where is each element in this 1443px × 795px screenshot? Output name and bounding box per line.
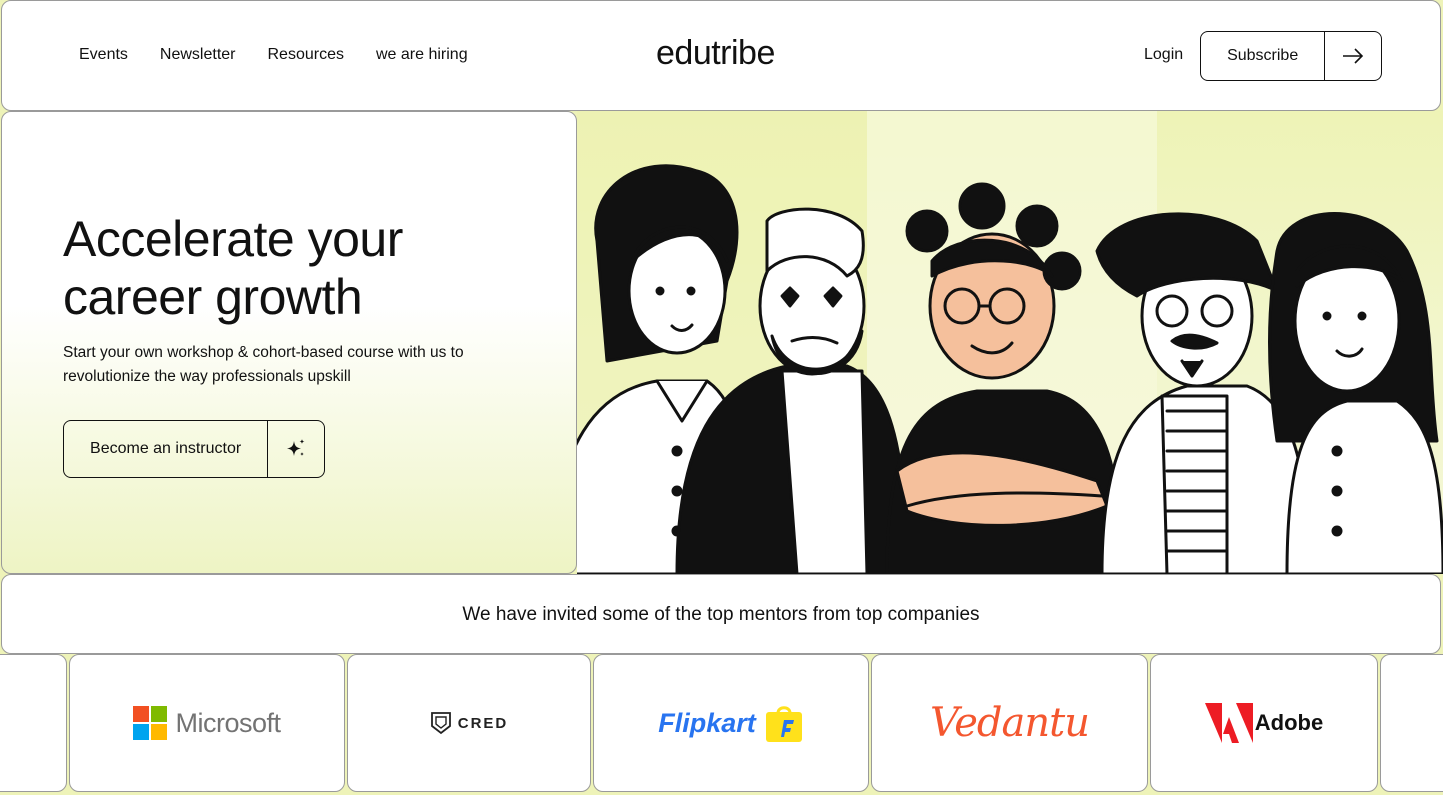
site-logo[interactable]: edutribe — [656, 34, 775, 73]
subscribe-button[interactable]: Subscribe — [1200, 31, 1382, 81]
logo-card-flipkart[interactable]: Flipkart — [593, 654, 869, 792]
hero-title-line1: Accelerate your — [63, 211, 403, 267]
hero-subtitle: Start your own workshop & cohort-based c… — [63, 341, 523, 389]
adobe-name: Adobe — [1254, 710, 1324, 735]
become-instructor-label: Become an instructor — [90, 440, 242, 457]
hero-panel: Accelerate your career growth Start your… — [1, 111, 577, 574]
flipkart-bag-icon — [765, 706, 802, 742]
logo-card-adobe[interactable]: Adobe — [1150, 654, 1378, 792]
microsoft-logo-icon — [133, 706, 168, 740]
sparkle-icon — [267, 421, 324, 477]
hero-title-line2: career growth — [63, 269, 363, 325]
mentors-heading: We have invited some of the top mentors … — [462, 604, 980, 625]
subscribe-label: Subscribe — [1227, 47, 1299, 64]
cred-name: CRED — [457, 714, 509, 732]
logo-card-cred[interactable]: CRED — [347, 654, 591, 792]
logo-card-microsoft[interactable]: Microsoft — [69, 654, 345, 792]
hero-illustration — [577, 111, 1443, 574]
hero-subtitle-line1: Start your own workshop & cohort-based c… — [63, 344, 464, 361]
nav-hiring[interactable]: we are hiring — [376, 46, 468, 64]
flipkart-name: Flipkart — [658, 707, 756, 738]
cred-shield-icon — [430, 712, 451, 735]
nav-events[interactable]: Events — [79, 46, 128, 64]
adobe-logo-icon — [1204, 703, 1253, 743]
logo-card-partial-left — [0, 654, 67, 792]
arrow-right-icon — [1324, 32, 1381, 80]
microsoft-name: Microsoft — [175, 707, 281, 738]
logo-card-partial-right — [1380, 654, 1443, 792]
logo-card-vedantu[interactable]: Vedantu — [871, 654, 1148, 792]
nav-resources[interactable]: Resources — [268, 46, 344, 64]
main-nav: Events Newsletter Resources we are hirin… — [79, 46, 468, 64]
login-link[interactable]: Login — [1144, 46, 1183, 64]
people-group-illustration — [577, 111, 1443, 574]
vedantu-name: Vedantu — [930, 700, 1090, 746]
nav-newsletter[interactable]: Newsletter — [160, 46, 236, 64]
hero-subtitle-line2: revolutionize the way professionals upsk… — [63, 368, 351, 385]
header: Events Newsletter Resources we are hirin… — [1, 0, 1441, 111]
mentors-banner: We have invited some of the top mentors … — [1, 574, 1441, 654]
hero-title: Accelerate your career growth — [63, 210, 403, 326]
become-instructor-button[interactable]: Become an instructor — [63, 420, 325, 478]
